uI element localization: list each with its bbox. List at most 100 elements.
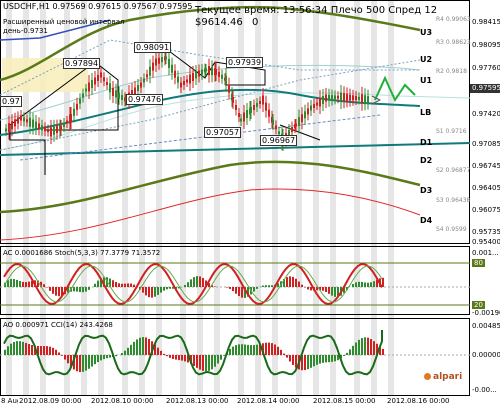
ao-bar	[280, 349, 282, 355]
ac-bar	[157, 287, 159, 295]
ao-bar	[169, 355, 171, 358]
ao-bar	[124, 350, 126, 355]
ac-bar	[355, 282, 357, 287]
ao-bar	[307, 355, 309, 370]
ac-bar	[193, 277, 195, 287]
ac-bar	[112, 280, 114, 287]
ao-bar	[283, 353, 285, 355]
candle-body	[319, 97, 321, 107]
ac-bar	[358, 281, 360, 287]
chart-window[interactable]: USDCHF,H1 0.97569 0.97615 0.97567 0.9759…	[0, 0, 500, 408]
ao-bar	[247, 344, 249, 355]
ac-bar	[151, 287, 153, 298]
cci-line	[3, 330, 383, 376]
candle-body	[32, 119, 34, 128]
candle-body	[115, 90, 117, 98]
ac-bar	[298, 281, 300, 287]
candle-body	[112, 88, 114, 96]
candle-body	[76, 103, 78, 110]
candle-body	[91, 80, 93, 88]
ao-bar	[19, 341, 21, 355]
ac-bar	[202, 278, 204, 287]
ao-bar	[331, 355, 333, 362]
session-band	[388, 1, 394, 396]
candle-body	[232, 97, 234, 103]
ao-bar	[106, 355, 108, 359]
ac-bar	[253, 287, 255, 292]
ac-bar	[226, 287, 228, 288]
candle-body	[140, 82, 142, 88]
ao-bar	[229, 348, 231, 355]
ac-bar	[166, 287, 168, 290]
ao-bar	[289, 355, 291, 362]
ao-bar	[136, 339, 138, 355]
ac-bar	[55, 287, 57, 296]
ao-bar	[181, 355, 183, 361]
candle-body	[337, 95, 339, 99]
candle-body	[183, 81, 185, 85]
ao-bar	[358, 339, 360, 355]
time-label-3: 2012.08.13 00:00	[165, 397, 230, 406]
candle-body	[358, 96, 360, 100]
ac-bar	[304, 287, 306, 288]
ao-bar	[79, 355, 81, 373]
candle-body	[63, 123, 65, 127]
candle-body	[340, 92, 342, 102]
ao-scale-top: 0.00485	[472, 322, 500, 330]
price-tag-left: 0.97	[0, 96, 22, 107]
session-band	[354, 1, 360, 396]
candle-body	[168, 58, 170, 68]
candle-body	[26, 119, 28, 123]
ac-bar	[115, 282, 117, 287]
ac-bar	[367, 282, 369, 287]
ao-bar	[142, 337, 144, 355]
ao-bar	[52, 347, 54, 355]
ao-bar	[244, 344, 246, 355]
candle-body	[295, 123, 297, 127]
ao-bar	[4, 349, 6, 355]
time-label-6: 2012.08.16 00:00	[386, 397, 451, 406]
ac-bar	[232, 287, 234, 292]
level-d3: D3	[420, 186, 433, 195]
ac-bar	[241, 287, 243, 298]
ao-bar	[25, 342, 27, 355]
ao-bar	[178, 355, 180, 361]
candle-body	[262, 95, 264, 105]
ac-bar	[307, 287, 309, 290]
ac-bar	[22, 281, 24, 287]
ao-bar	[148, 338, 150, 355]
ao-bar	[109, 355, 111, 358]
candle-body	[334, 95, 336, 100]
candle-body	[53, 126, 55, 135]
ao-bar	[115, 355, 117, 357]
ao-bar	[286, 355, 288, 358]
candle-body	[158, 57, 160, 64]
time-label-1: 2012.08.09 00:00	[18, 397, 83, 406]
ac-bar	[265, 285, 267, 287]
candle-body	[246, 110, 248, 118]
ao-bar	[256, 344, 258, 355]
ac-bar	[199, 276, 201, 287]
candle-body	[60, 125, 62, 131]
price-scale-6: 0.96405	[472, 184, 500, 192]
candle-body	[268, 109, 270, 117]
ao-bar	[172, 355, 174, 359]
ao-bar	[319, 355, 321, 364]
ac-bar	[322, 287, 324, 291]
alpari-logo-text: alpari	[433, 372, 463, 382]
price-tag-high-1: 0.97894	[63, 58, 101, 69]
ac-scale-20: 20	[472, 301, 485, 309]
candle-body	[215, 69, 217, 75]
candle-body	[8, 123, 10, 133]
ao-bar	[16, 341, 18, 355]
price-tag-low-3: 0.96967	[260, 135, 298, 146]
level-d1: D1	[420, 138, 433, 147]
candle-body	[121, 95, 123, 101]
candle-body	[253, 105, 255, 110]
level-r2: R2 0.9818	[436, 68, 467, 75]
candle-body	[29, 117, 31, 127]
candle-body	[97, 75, 99, 81]
candle-body	[146, 74, 148, 78]
ao-bar	[175, 355, 177, 360]
ac-bar	[256, 287, 258, 289]
